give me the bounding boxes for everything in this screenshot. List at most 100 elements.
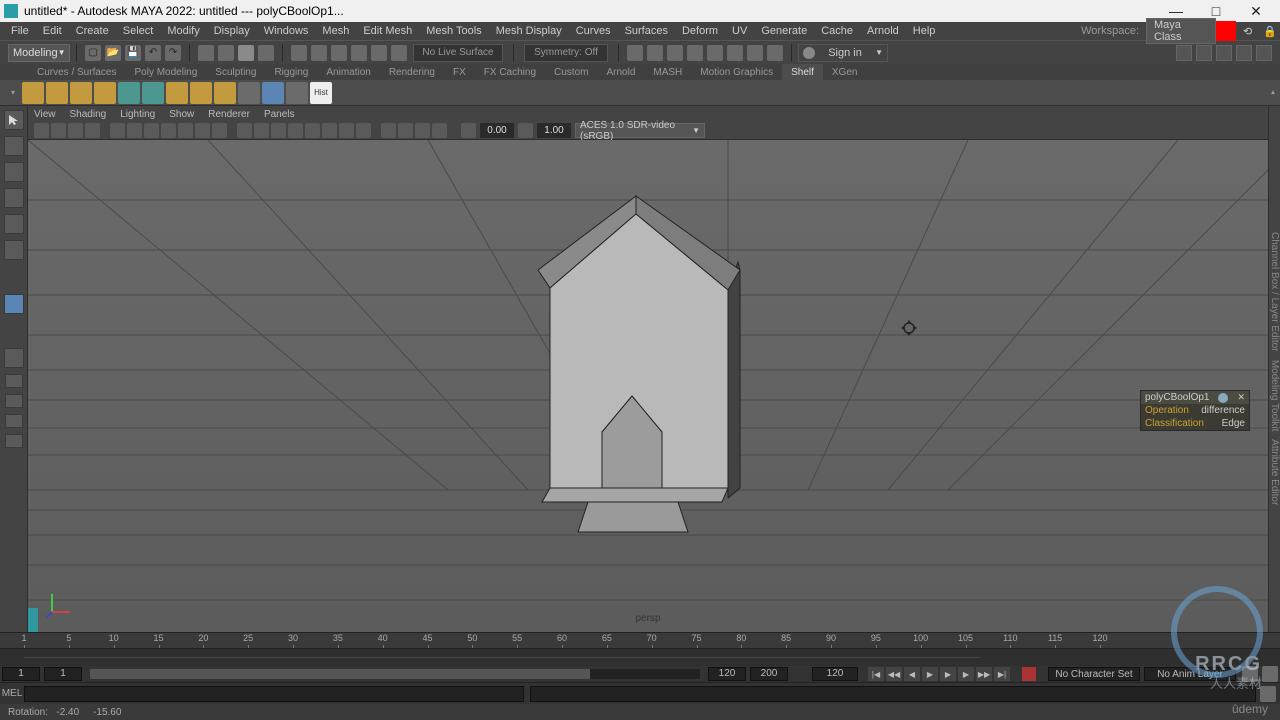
shelf-tab-anim[interactable]: Animation [317, 64, 379, 80]
out-frame-input[interactable]: 120 [708, 667, 746, 681]
menu-arnold[interactable]: Arnold [860, 25, 906, 37]
channel-box-collapsed[interactable]: Channel Box / Layer Editor Modeling Tool… [1268, 106, 1280, 632]
paint-select-tool[interactable] [4, 162, 24, 182]
current-frame-input[interactable]: 120 [812, 667, 858, 681]
sidebar-toggle-7[interactable] [747, 45, 763, 61]
grid-toggle-icon[interactable] [110, 123, 125, 138]
menu-uv[interactable]: UV [725, 25, 754, 37]
isolate-select-icon[interactable] [322, 123, 337, 138]
shelf-tab-custom[interactable]: Custom [545, 64, 597, 80]
panel-view[interactable]: View [34, 109, 56, 120]
symmetry-dropdown[interactable]: Symmetry: Off [524, 44, 608, 62]
poly-cube-icon[interactable] [22, 82, 44, 104]
character-set-dropdown[interactable]: No Character Set [1048, 667, 1140, 681]
flat-icon[interactable] [398, 123, 413, 138]
xray-icon[interactable] [339, 123, 354, 138]
hypershade-icon[interactable] [262, 82, 284, 104]
two-side-icon[interactable] [85, 123, 100, 138]
open-scene-icon[interactable]: 📂 [105, 45, 121, 61]
panel-shading[interactable]: Shading [70, 109, 107, 120]
shelf-menu-button[interactable]: ▾ [6, 82, 20, 104]
sidebar-toggle-8[interactable] [767, 45, 783, 61]
image-plane-icon[interactable] [68, 123, 83, 138]
workspace-picker[interactable]: Maya Class [1146, 18, 1216, 44]
end-frame-input[interactable]: 200 [750, 667, 788, 681]
new-scene-icon[interactable]: ▢ [85, 45, 101, 61]
shelf-tab-arnold[interactable]: Arnold [597, 64, 644, 80]
play-forwards-button[interactable]: ▶ [940, 667, 956, 681]
xray-joints-icon[interactable] [356, 123, 371, 138]
toggle-render-setup[interactable] [1236, 45, 1252, 61]
script-editor-icon[interactable] [1260, 686, 1276, 702]
in-view-editor[interactable]: polyCBoolOp1 ✕ Operation difference Clas… [1140, 390, 1250, 431]
two-side-layout[interactable] [5, 414, 23, 428]
sidebar-toggle-1[interactable] [627, 45, 643, 61]
film-gate-icon[interactable] [127, 123, 142, 138]
safe-action-icon[interactable] [195, 123, 210, 138]
panel-renderer[interactable]: Renderer [208, 109, 250, 120]
in-view-close-icon[interactable]: ✕ [1237, 392, 1245, 403]
snap-point-icon[interactable] [331, 45, 347, 61]
bookmark-icon[interactable] [51, 123, 66, 138]
snap-grid-icon[interactable] [291, 45, 307, 61]
menu-meshdisplay[interactable]: Mesh Display [489, 25, 569, 37]
ao-icon[interactable] [415, 123, 430, 138]
go-to-start-button[interactable]: |◀ [868, 667, 884, 681]
exposure-icon[interactable] [461, 123, 476, 138]
shelf-tab-xgen[interactable]: XGen [823, 64, 867, 80]
shelf-tab-shelf[interactable]: Shelf [782, 64, 823, 80]
select-component-icon[interactable] [238, 45, 254, 61]
menu-modify[interactable]: Modify [160, 25, 206, 37]
snap-toggle-icon[interactable] [391, 45, 407, 61]
history-toggle-icon[interactable]: Hist [310, 82, 332, 104]
step-back-key-button[interactable]: ◀◀ [886, 667, 902, 681]
go-to-end-button[interactable]: ▶| [994, 667, 1010, 681]
outliner-layout[interactable] [5, 434, 23, 448]
toggle-xgen[interactable] [1216, 45, 1232, 61]
poly-bridge-icon[interactable] [190, 82, 212, 104]
four-view-layout[interactable] [5, 374, 23, 388]
shelf-tab-mash[interactable]: MASH [644, 64, 691, 80]
menu-windows[interactable]: Windows [257, 25, 316, 37]
panel-panels[interactable]: Panels [264, 109, 295, 120]
poly-extrude-icon[interactable] [166, 82, 188, 104]
poly-separate-icon[interactable] [142, 82, 164, 104]
menu-deform[interactable]: Deform [675, 25, 725, 37]
move-tool[interactable] [4, 188, 24, 208]
shelf-tab-fx[interactable]: FX [444, 64, 475, 80]
panel-lighting[interactable]: Lighting [120, 109, 155, 120]
poly-sphere-icon[interactable] [46, 82, 68, 104]
shelf-tab-curves[interactable]: Curves / Surfaces [28, 64, 125, 80]
menu-mesh[interactable]: Mesh [315, 25, 356, 37]
cmd-lang-label[interactable]: MEL [0, 688, 24, 699]
menu-select[interactable]: Select [116, 25, 161, 37]
poly-bool-icon[interactable] [214, 82, 236, 104]
time-ruler[interactable]: 1510152025303540455055606570758085909510… [0, 632, 1280, 648]
menu-generate[interactable]: Generate [754, 25, 814, 37]
sidebar-toggle-5[interactable] [707, 45, 723, 61]
panel-show[interactable]: Show [169, 109, 194, 120]
redo-icon[interactable]: ↷ [165, 45, 181, 61]
camera-select-icon[interactable] [34, 123, 49, 138]
menu-set-picker[interactable]: Modeling ▼ [8, 44, 70, 62]
textured-icon[interactable] [271, 123, 286, 138]
range-slider[interactable] [90, 669, 700, 679]
perspective-viewport[interactable]: polyCBoolOp1 ✕ Operation difference Clas… [28, 140, 1268, 632]
snap-live-icon[interactable] [371, 45, 387, 61]
undo-icon[interactable]: ↶ [145, 45, 161, 61]
snap-curve-icon[interactable] [311, 45, 327, 61]
step-forward-button[interactable]: ▶ [958, 667, 974, 681]
live-surface-dropdown[interactable]: No Live Surface [413, 44, 503, 62]
rotate-tool[interactable] [4, 214, 24, 234]
sidebar-toggle-4[interactable] [687, 45, 703, 61]
cmd-input[interactable] [24, 686, 524, 702]
lasso-tool[interactable] [4, 136, 24, 156]
playback-options-icon[interactable] [1242, 666, 1258, 682]
shelf-tab-fxcache[interactable]: FX Caching [475, 64, 545, 80]
shelf-tab-sculpt[interactable]: Sculpting [206, 64, 265, 80]
menu-file[interactable]: File [4, 25, 36, 37]
menu-curves[interactable]: Curves [569, 25, 618, 37]
attr-classification-value[interactable]: Edge [1222, 418, 1245, 429]
wireframe-icon[interactable] [237, 123, 252, 138]
gamma-value[interactable]: 1.00 [537, 123, 571, 138]
